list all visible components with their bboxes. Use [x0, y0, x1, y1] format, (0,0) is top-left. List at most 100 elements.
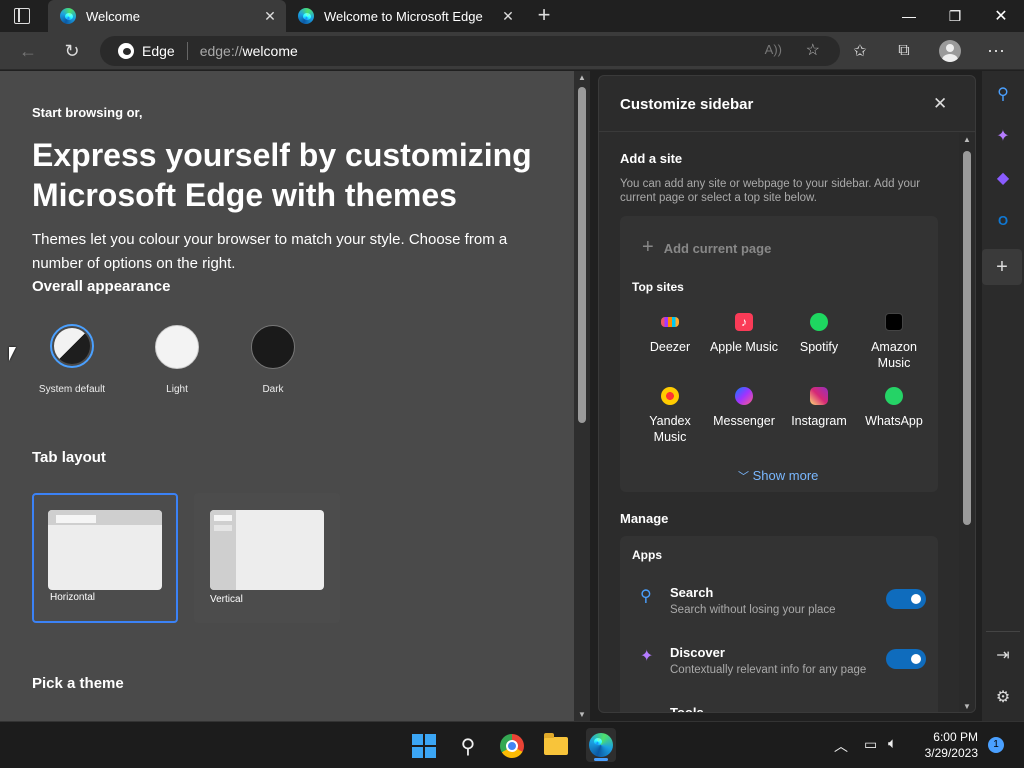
- divider: [986, 631, 1020, 632]
- tab-layout-vertical[interactable]: Vertical: [194, 493, 340, 623]
- outlook-icon[interactable]: O: [990, 207, 1016, 233]
- edge-favicon-icon: [298, 8, 314, 24]
- hide-sidebar-icon[interactable]: ⇥: [990, 642, 1016, 668]
- messenger-icon: [735, 387, 753, 405]
- divider: [186, 42, 188, 60]
- top-site-messenger[interactable]: Messenger: [706, 387, 782, 429]
- top-site-spotify[interactable]: Spotify: [781, 313, 857, 355]
- top-sites-title: Top sites: [632, 280, 684, 294]
- top-site-amazon-music[interactable]: Amazon Music: [856, 313, 932, 371]
- panel-title: Customize sidebar: [620, 96, 754, 113]
- welcome-page: Start browsing or, Express yourself by c…: [0, 71, 574, 721]
- more-menu-icon[interactable]: ⋯: [984, 40, 1008, 62]
- address-toolbar: ← ↻ Edge edge://welcome A)) ☆ ✩ ⧉ ⋯: [0, 32, 1024, 70]
- yandex-music-icon: [661, 387, 679, 405]
- discover-toggle[interactable]: [886, 649, 926, 669]
- search-icon[interactable]: ⚲: [990, 81, 1016, 107]
- scrollbar-thumb[interactable]: [578, 87, 586, 423]
- edge-logo-icon: [118, 43, 134, 59]
- new-tab-button[interactable]: +: [534, 4, 554, 28]
- customize-gear-icon[interactable]: ⚙: [990, 684, 1016, 710]
- edge-logo-icon: [589, 733, 613, 757]
- appearance-title: Overall appearance: [32, 278, 171, 295]
- add-favorite-icon[interactable]: ☆: [806, 40, 820, 60]
- tab-title: Welcome: [86, 8, 140, 24]
- discover-icon[interactable]: ✦: [990, 123, 1016, 149]
- chevron-down-icon: ﹀: [738, 471, 749, 483]
- top-sites-card: + Add current page Top sites Deezer ♪ App…: [620, 216, 938, 492]
- title-bar: Welcome ✕ Welcome to Microsoft Edge ✕ + …: [0, 0, 1024, 32]
- appearance-label: System default: [38, 384, 106, 395]
- appearance-label: Light: [166, 384, 188, 395]
- search-icon[interactable]: ⚲: [454, 732, 482, 760]
- show-more-link[interactable]: ﹀ Show more: [738, 468, 818, 484]
- appearance-label: Dark: [262, 384, 284, 395]
- top-site-instagram[interactable]: Instagram: [781, 387, 857, 429]
- chrome-icon[interactable]: [498, 732, 526, 760]
- site-name: Edge: [142, 43, 175, 59]
- url-text[interactable]: edge://welcome: [200, 43, 298, 59]
- start-windows-icon[interactable]: [410, 732, 438, 760]
- intro-text: Start browsing or,: [32, 105, 143, 120]
- app-name: Tools: [670, 705, 704, 713]
- layout-label: Horizontal: [50, 592, 96, 603]
- games-icon[interactable]: ◆: [990, 165, 1016, 191]
- add-current-page-button[interactable]: + Add current page: [642, 236, 771, 259]
- apple-music-icon: ♪: [735, 313, 753, 331]
- search-toggle[interactable]: [886, 589, 926, 609]
- favorites-icon[interactable]: ✩: [848, 40, 872, 62]
- volume-icon[interactable]: 🔈︎: [888, 735, 897, 752]
- mouse-cursor-icon: [9, 347, 16, 361]
- app-name: Discover: [670, 645, 725, 660]
- amazon-music-icon: [885, 313, 903, 331]
- pick-theme-title: Pick a theme: [32, 675, 124, 692]
- scrollbar-thumb[interactable]: [963, 151, 971, 525]
- theme-system-default[interactable]: [50, 324, 94, 368]
- network-icon[interactable]: ▭: [864, 736, 877, 753]
- top-site-deezer[interactable]: Deezer: [632, 313, 708, 355]
- close-window-button[interactable]: ✕: [978, 0, 1024, 32]
- profile-avatar[interactable]: [938, 40, 962, 62]
- add-sidebar-item-icon[interactable]: +: [982, 249, 1022, 285]
- edge-sidebar-rail: ⚲ ✦ ◆ O + ⇥ ⚙: [982, 71, 1024, 721]
- whatsapp-icon: [885, 387, 903, 405]
- file-explorer-icon[interactable]: [542, 732, 570, 760]
- app-desc: Search without losing your place: [670, 604, 836, 616]
- collections-icon[interactable]: ⧉: [892, 40, 916, 62]
- deezer-icon: [661, 317, 679, 327]
- theme-dark[interactable]: [251, 325, 295, 369]
- top-site-apple-music[interactable]: ♪ Apple Music: [706, 313, 782, 355]
- layout-label: Vertical: [210, 594, 243, 605]
- top-site-yandex-music[interactable]: Yandex Music: [632, 387, 708, 445]
- minimize-button[interactable]: —: [886, 0, 932, 32]
- tab-welcome[interactable]: Welcome ✕: [48, 0, 286, 32]
- refresh-button[interactable]: ↻: [60, 40, 84, 62]
- address-bar[interactable]: Edge edge://welcome A)) ☆: [100, 36, 840, 66]
- tab-actions-icon[interactable]: [14, 8, 30, 24]
- site-identity[interactable]: Edge: [118, 43, 175, 59]
- panel-scrollbar[interactable]: ▲ ▼: [959, 133, 975, 712]
- description: Themes let you colour your browser to ma…: [32, 231, 508, 272]
- top-site-whatsapp[interactable]: WhatsApp: [856, 387, 932, 429]
- add-site-title: Add a site: [620, 151, 683, 166]
- spotify-icon: [810, 313, 828, 331]
- close-panel-icon[interactable]: ✕: [933, 94, 947, 114]
- close-tab-icon[interactable]: ✕: [500, 8, 516, 24]
- page-scrollbar[interactable]: ▲ ▼: [574, 71, 590, 721]
- clock[interactable]: 6:00 PM 3/29/2023: [916, 729, 978, 761]
- back-button[interactable]: ←: [16, 40, 40, 62]
- edge-taskbar-icon[interactable]: [586, 728, 616, 762]
- restore-button[interactable]: ❐: [932, 0, 978, 32]
- notification-badge[interactable]: 1: [988, 737, 1004, 753]
- edge-window: Welcome ✕ Welcome to Microsoft Edge ✕ + …: [0, 0, 1024, 768]
- apps-card: Apps ⚲ Search Search without losing your…: [620, 536, 938, 713]
- add-site-desc: You can add any site or webpage to your …: [620, 178, 921, 204]
- tab-welcome-to-edge[interactable]: Welcome to Microsoft Edge ✕: [288, 0, 524, 32]
- chevron-up-icon[interactable]: ︿: [834, 736, 848, 756]
- tab-layout-title: Tab layout: [32, 449, 106, 466]
- close-tab-icon[interactable]: ✕: [262, 8, 278, 24]
- theme-light[interactable]: [155, 325, 199, 369]
- tab-layout-horizontal[interactable]: Horizontal: [32, 493, 178, 623]
- read-aloud-icon[interactable]: A)): [765, 42, 782, 57]
- page-title: Express yourself by customizing Microsof…: [32, 137, 532, 213]
